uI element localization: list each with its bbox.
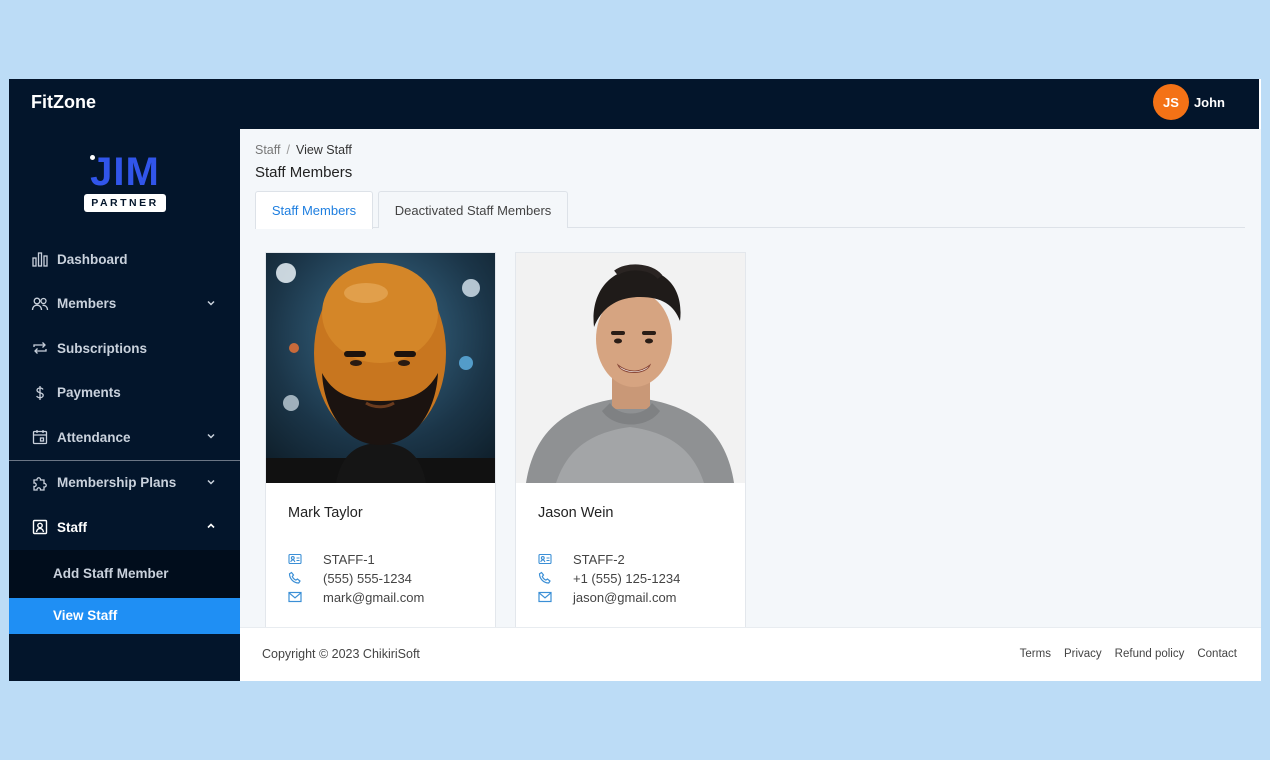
phone-icon [538, 571, 551, 584]
footer-link-contact[interactable]: Contact [1197, 648, 1237, 660]
chevron-down-icon [207, 433, 215, 439]
chevron-down-icon [207, 300, 215, 306]
users-icon [31, 297, 49, 310]
logo-dot [90, 155, 95, 160]
main-content: Staff / View Staff Staff Members Staff Mem… [240, 129, 1261, 632]
app-window: FitZone JS John JIM PARTNER Dashboard Me… [9, 79, 1261, 681]
user-avatar[interactable]: JS [1152, 84, 1189, 120]
staff-email-row: mark@gmail.com [288, 588, 488, 606]
bar-chart-icon [32, 252, 48, 267]
tab-staff-members[interactable]: Staff Members [255, 191, 373, 229]
footer-link-privacy[interactable]: Privacy [1064, 648, 1102, 660]
chevron-up-icon [207, 523, 215, 529]
page-title: Staff Members [255, 164, 353, 181]
puzzle-icon [33, 476, 47, 491]
sidebar-item-subscriptions[interactable]: Subscriptions [9, 326, 240, 371]
staff-phone-row: (555) 555-1234 [288, 569, 488, 587]
sidebar-item-members[interactable]: Members [9, 282, 240, 327]
copyright-text: Copyright © 2023 ChikiriSoft [262, 647, 420, 661]
calendar-icon [32, 430, 48, 445]
phone-icon [288, 571, 301, 584]
sidebar-nav: Dashboard Members Subscriptions Payments… [9, 237, 240, 634]
staff-email[interactable]: jason@gmail.com [573, 590, 677, 605]
sidebar-item-label: Payments [57, 385, 121, 401]
breadcrumb-parent[interactable]: Staff [255, 143, 280, 157]
staff-id-row: STAFF-2 [538, 550, 738, 568]
staff-id-row: STAFF-1 [288, 550, 488, 568]
breadcrumb-separator: / [286, 143, 290, 157]
mail-icon [538, 591, 552, 603]
sidebar-item-attendance[interactable]: Attendance [9, 415, 240, 460]
staff-photo [266, 253, 495, 483]
user-menu[interactable]: JS John [1152, 83, 1225, 121]
sidebar-subitem-view-staff[interactable]: View Staff [9, 597, 240, 634]
staff-phone[interactable]: (555) 555-1234 [323, 571, 412, 586]
id-badge-icon [32, 520, 48, 535]
sidebar-item-staff[interactable]: Staff [9, 505, 240, 550]
id-card-icon [538, 553, 552, 565]
footer-links: Terms Privacy Refund policy Contact [1007, 648, 1237, 660]
breadcrumb: Staff / View Staff [255, 143, 352, 157]
sidebar-item-label: Staff [57, 519, 87, 535]
staff-phone[interactable]: +1 (555) 125-1234 [573, 571, 680, 586]
top-bar: FitZone JS John [9, 79, 1259, 129]
staff-card[interactable]: Jason Wein STAFF-2 +1 (555) 125-1234 jas… [515, 252, 746, 632]
footer: Copyright © 2023 ChikiriSoft Terms Priva… [240, 627, 1261, 681]
brand-name[interactable]: FitZone [31, 92, 96, 113]
repeat-icon [33, 342, 47, 355]
staff-name: Mark Taylor [288, 505, 363, 521]
staff-name: Jason Wein [538, 505, 614, 521]
sidebar-item-label: Dashboard [57, 251, 128, 267]
user-name[interactable]: John [1194, 95, 1225, 110]
staff-email-row: jason@gmail.com [538, 588, 738, 606]
sidebar-item-membership-plans[interactable]: Membership Plans [9, 461, 240, 506]
staff-card[interactable]: Mark Taylor STAFF-1 (555) 555-1234 mark@… [265, 252, 496, 632]
breadcrumb-current: View Staff [295, 143, 352, 157]
sidebar-item-label: Members [57, 296, 117, 312]
sidebar-item-label: Subscriptions [57, 340, 148, 356]
sidebar-item-dashboard[interactable]: Dashboard [9, 237, 240, 282]
dollar-icon [36, 385, 44, 400]
staff-phone-row: +1 (555) 125-1234 [538, 569, 738, 587]
sidebar-item-label: Membership Plans [57, 475, 177, 491]
staff-email[interactable]: mark@gmail.com [323, 590, 424, 605]
tab-bar: Staff Members Deactivated Staff Members [255, 191, 1245, 229]
staff-photo [516, 253, 745, 483]
sidebar-subitem-add-staff-member[interactable]: Add Staff Member [9, 549, 240, 598]
sidebar-item-payments[interactable]: Payments [9, 371, 240, 416]
footer-link-refund-policy[interactable]: Refund policy [1115, 648, 1185, 660]
logo-subtext: PARTNER [84, 194, 166, 212]
mail-icon [288, 591, 302, 603]
sidebar: JIM PARTNER Dashboard Members Subscripti… [9, 129, 240, 681]
tab-deactivated-staff-members[interactable]: Deactivated Staff Members [378, 191, 568, 228]
jim-partner-logo[interactable]: JIM PARTNER [82, 151, 168, 213]
staff-id: STAFF-2 [573, 551, 625, 567]
footer-link-terms[interactable]: Terms [1020, 648, 1051, 660]
chevron-down-icon [207, 479, 215, 485]
sidebar-item-label: Attendance [57, 429, 131, 445]
id-card-icon [288, 553, 302, 565]
staff-id: STAFF-1 [323, 551, 375, 567]
